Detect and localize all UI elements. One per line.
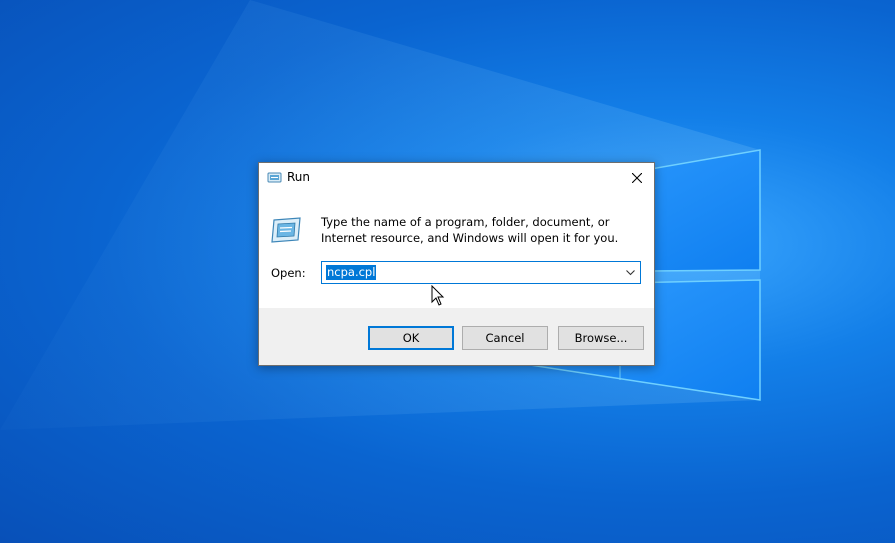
close-icon bbox=[632, 172, 642, 183]
desktop: Run Type the name of a program, folder, … bbox=[0, 0, 895, 543]
browse-button[interactable]: Browse... bbox=[558, 326, 644, 350]
dialog-title: Run bbox=[287, 170, 311, 184]
dropdown-button[interactable] bbox=[622, 264, 638, 281]
button-bar: OK Cancel Browse... bbox=[259, 308, 654, 365]
run-icon bbox=[267, 172, 282, 183]
mouse-pointer-icon bbox=[431, 285, 445, 306]
open-input[interactable]: ncpa.cpl bbox=[326, 265, 377, 280]
run-dialog: Run Type the name of a program, folder, … bbox=[258, 162, 655, 366]
chevron-down-icon bbox=[625, 269, 635, 275]
title-bar[interactable]: Run bbox=[259, 163, 654, 193]
cancel-button[interactable]: Cancel bbox=[462, 326, 548, 350]
close-button[interactable] bbox=[620, 163, 654, 192]
run-program-icon bbox=[271, 217, 301, 243]
dialog-description: Type the name of a program, folder, docu… bbox=[321, 215, 619, 245]
open-label: Open: bbox=[271, 266, 306, 280]
ok-button[interactable]: OK bbox=[368, 326, 454, 350]
open-combobox[interactable]: ncpa.cpl bbox=[321, 261, 641, 284]
